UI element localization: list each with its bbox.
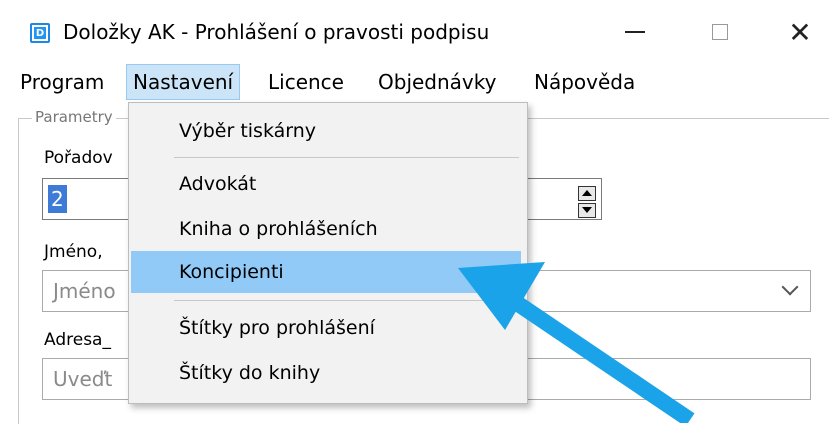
menu-licence[interactable]: Licence <box>262 64 350 100</box>
menu-bar: Program Nastavení Licence Objednávky Náp… <box>0 64 829 102</box>
menu-item-vyber-tiskarny[interactable]: Výběr tiskárny <box>179 111 316 151</box>
minimize-button[interactable] <box>605 10 665 54</box>
menu-separator <box>174 300 519 301</box>
menu-item-kniha-o-prohlasenich[interactable]: Kniha o prohlášeních <box>179 209 378 249</box>
groupbox-label: Parametry <box>32 108 116 126</box>
menu-objednavky[interactable]: Objednávky <box>372 64 502 100</box>
app-icon: D <box>30 23 50 43</box>
menu-nastaveni[interactable]: Nastavení <box>126 64 241 100</box>
spinner-up-icon[interactable] <box>578 186 596 201</box>
chevron-down-icon[interactable] <box>781 278 799 296</box>
poradi-spinner[interactable] <box>578 186 596 218</box>
app-icon-letter: D <box>34 27 46 39</box>
menu-item-advokat[interactable]: Advokát <box>179 164 256 204</box>
adresa-label: Adresa_ <box>44 330 111 350</box>
spinner-down-icon[interactable] <box>578 203 596 218</box>
menu-item-stitky-do-knihy[interactable]: Štítky do knihy <box>179 353 320 393</box>
close-button[interactable]: ✕ <box>775 10 825 54</box>
title-bar: D Doložky AK - Prohlášení o pravosti pod… <box>0 0 829 64</box>
jmeno-placeholder: Jméno <box>53 279 116 303</box>
window-title: Doložky AK - Prohlášení o pravosti podpi… <box>63 20 490 44</box>
maximize-icon <box>712 24 728 40</box>
jmeno-label: Jméno, <box>44 242 103 262</box>
poradi-label: Pořadov <box>44 148 113 168</box>
nastaveni-dropdown-menu: Výběr tiskárny Advokát Kniha o prohlášen… <box>128 102 528 404</box>
adresa-placeholder: Uveďt <box>53 367 113 391</box>
maximize-button[interactable] <box>690 10 750 54</box>
menu-program[interactable]: Program <box>14 64 110 100</box>
menu-napoveda[interactable]: Nápověda <box>528 64 641 100</box>
minimize-icon <box>625 31 645 33</box>
menu-item-stitky-pro-prohlaseni[interactable]: Štítky pro prohlášení <box>179 308 375 348</box>
menu-separator <box>174 157 519 158</box>
menu-item-koncipienti[interactable]: Koncipienti <box>179 252 284 292</box>
poradi-value: 2 <box>48 185 67 213</box>
